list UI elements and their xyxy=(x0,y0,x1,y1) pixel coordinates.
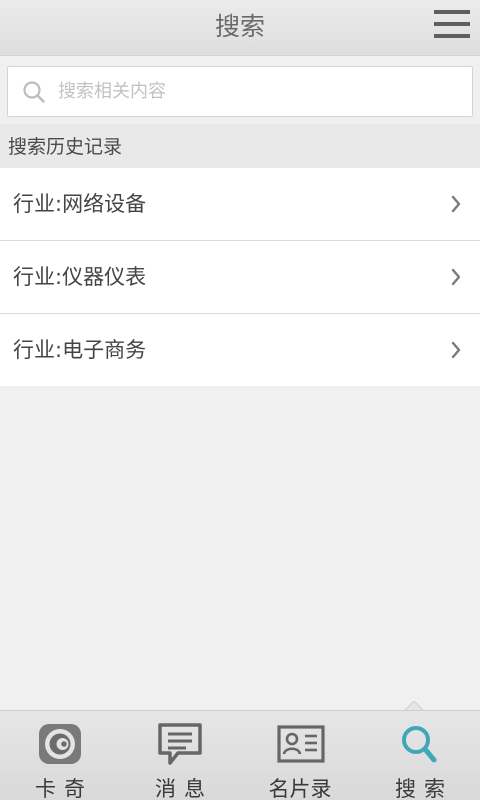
search-box[interactable] xyxy=(7,66,473,117)
top-bar: 搜索 xyxy=(0,0,480,56)
search-icon xyxy=(23,81,45,103)
hamburger-menu-icon[interactable] xyxy=(434,10,470,40)
history-section-header: 搜索历史记录 xyxy=(0,124,480,168)
nav-item-search[interactable]: 搜索 xyxy=(360,711,480,800)
bottom-nav: 卡奇 消息 名片录 搜索 xyxy=(0,710,480,800)
nav-label-messages: 消息 xyxy=(155,777,213,800)
nav-item-messages[interactable]: 消息 xyxy=(120,711,240,800)
search-icon xyxy=(402,726,437,763)
chevron-right-icon xyxy=(451,268,461,286)
history-item[interactable]: 行业:仪器仪表 xyxy=(0,241,480,314)
nav-label-search: 搜索 xyxy=(395,777,453,800)
chevron-right-icon xyxy=(451,195,461,213)
app-screen: 搜索 搜索历史记录 行业:网络设备 行业:仪器仪表 xyxy=(0,0,480,800)
history-item-label: 行业:网络设备 xyxy=(13,192,147,216)
nav-item-kaqi[interactable]: 卡奇 xyxy=(0,711,120,800)
history-list: 行业:网络设备 行业:仪器仪表 行业:电子商务 xyxy=(0,168,480,386)
message-icon xyxy=(158,723,202,765)
history-item[interactable]: 行业:电子商务 xyxy=(0,314,480,386)
history-item-label: 行业:电子商务 xyxy=(13,338,147,362)
nav-label-business-cards: 名片录 xyxy=(268,777,332,800)
kaqi-logo-icon xyxy=(39,724,81,764)
business-card-icon xyxy=(277,725,325,763)
history-section-title: 搜索历史记录 xyxy=(8,136,123,158)
history-item[interactable]: 行业:网络设备 xyxy=(0,168,480,241)
chevron-right-icon xyxy=(451,341,461,359)
history-item-label: 行业:仪器仪表 xyxy=(13,265,147,289)
nav-label-kaqi: 卡奇 xyxy=(35,777,93,800)
search-input[interactable] xyxy=(58,67,458,116)
page-title: 搜索 xyxy=(214,12,265,41)
nav-item-business-cards[interactable]: 名片录 xyxy=(240,711,360,800)
search-area xyxy=(0,57,480,124)
